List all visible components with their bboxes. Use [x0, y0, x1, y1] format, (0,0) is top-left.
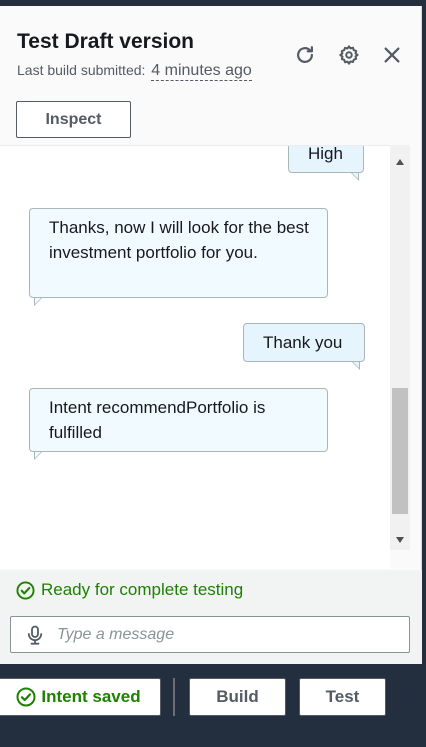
ready-status-text: Ready for complete testing	[41, 580, 244, 599]
check-circle-icon	[16, 580, 35, 600]
message-text: Thank you	[263, 333, 343, 352]
test-button[interactable]: Test	[299, 678, 386, 716]
ready-status: Ready for complete testing	[16, 580, 243, 600]
inspect-button[interactable]: Inspect	[16, 101, 131, 138]
chat-message-user: High	[288, 145, 364, 181]
last-build-label: Last build submitted:	[17, 62, 146, 78]
panel-edge	[422, 6, 426, 664]
panel-title: Test Draft version	[17, 30, 194, 53]
message-input[interactable]	[57, 625, 377, 644]
scroll-up-arrow-icon[interactable]	[396, 159, 404, 165]
message-text: Thanks, now I will look for the best inv…	[49, 218, 309, 262]
close-icon[interactable]	[379, 42, 405, 68]
last-build-info: Last build submitted: 4 minutes ago	[17, 62, 252, 81]
footer-bar: Intent saved Build Test	[0, 664, 426, 747]
last-build-time[interactable]: 4 minutes ago	[151, 62, 252, 81]
message-input-box[interactable]	[10, 616, 410, 653]
scroll-down-arrow-icon[interactable]	[396, 537, 404, 543]
refresh-icon[interactable]	[292, 42, 318, 68]
chat-message-user: Thank you	[243, 323, 365, 370]
chat-message-bot: Thanks, now I will look for the best inv…	[29, 208, 328, 306]
chat-area: High Thanks, now I will look for the bes…	[0, 145, 390, 569]
scroll-thumb[interactable]	[392, 388, 408, 514]
message-text: High	[308, 145, 343, 163]
status-bar: Ready for complete testing	[0, 570, 422, 664]
message-text: Intent recommendPortfolio is fulfilled	[49, 398, 266, 442]
intent-saved-label: Intent saved	[41, 687, 141, 706]
build-button[interactable]: Build	[189, 678, 286, 716]
gear-icon[interactable]	[336, 42, 362, 68]
footer-divider	[173, 678, 175, 716]
chat-message-bot: Intent recommendPortfolio is fulfilled	[29, 388, 328, 460]
chat-scrollbar[interactable]	[390, 145, 410, 550]
microphone-icon[interactable]	[25, 625, 45, 645]
intent-saved-button[interactable]: Intent saved	[0, 678, 161, 716]
check-circle-icon	[16, 687, 36, 707]
